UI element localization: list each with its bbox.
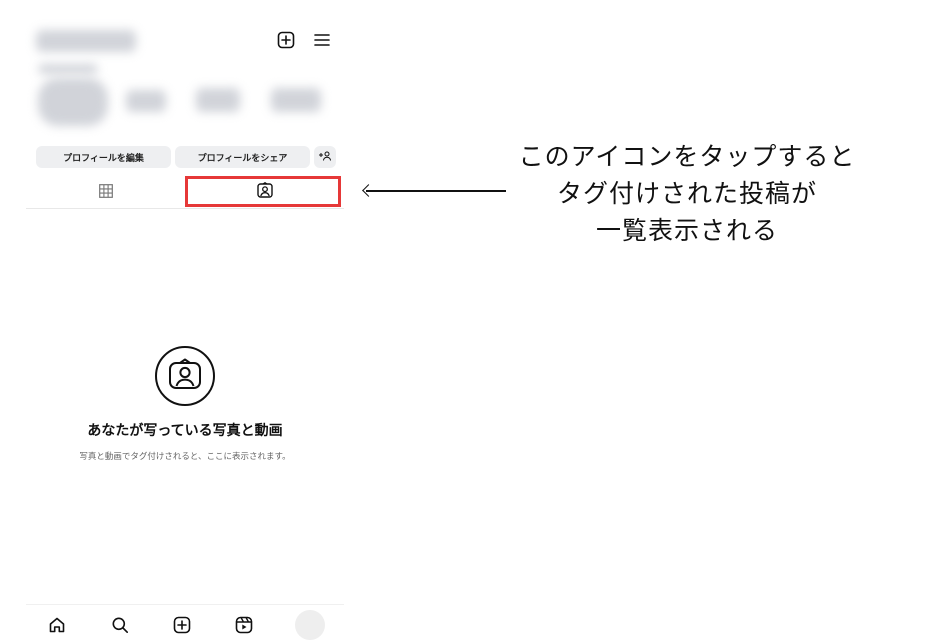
header-actions — [274, 28, 334, 52]
reels-icon[interactable] — [232, 613, 256, 637]
annotation-line-3: 一覧表示される — [595, 216, 778, 245]
profile-name-blurred — [38, 64, 98, 74]
add-person-icon — [319, 151, 331, 164]
avatar-blurred — [38, 78, 108, 126]
username-blurred — [36, 30, 136, 52]
empty-state-subtitle: 写真と動画でタグ付けされると、ここに表示されます。 — [79, 452, 291, 462]
stat-followers-blurred — [196, 88, 240, 112]
empty-state: あなたが写っている写真と動画 写真と動画でタグ付けされると、ここに表示されます。 — [26, 346, 344, 462]
hamburger-menu-icon[interactable] — [310, 28, 334, 52]
search-icon[interactable] — [108, 613, 132, 637]
annotation-text: このアイコンをタップすると タグ付けされた投稿が 一覧表示される — [495, 138, 879, 249]
annotation-line-1: このアイコンをタップすると — [518, 142, 856, 171]
tab-tagged[interactable] — [185, 176, 344, 208]
stat-following-blurred — [271, 88, 321, 112]
tab-grid[interactable] — [26, 176, 185, 208]
profile-avatar[interactable] — [294, 609, 325, 640]
tagged-person-icon — [168, 358, 202, 394]
profile-tabs — [26, 176, 344, 209]
empty-state-title: あなたが写っている写真と動画 — [87, 423, 283, 439]
add-person-button[interactable] — [314, 146, 336, 168]
create-icon[interactable] — [170, 613, 194, 637]
tagged-person-icon — [256, 181, 273, 202]
empty-state-icon-circle — [155, 346, 215, 406]
annotation-line-2: タグ付けされた投稿が — [556, 179, 817, 208]
grid-icon — [98, 183, 113, 202]
profile-actions: プロフィールを編集 プロフィールをシェア — [36, 146, 336, 168]
instagram-profile-screen: プロフィールを編集 プロフィールをシェア あなたが写っている写真と動画 写真と動… — [26, 0, 344, 643]
stat-posts-blurred — [126, 90, 166, 112]
home-icon[interactable] — [45, 613, 69, 637]
plus-square-icon[interactable] — [274, 28, 298, 52]
bottom-navigation — [26, 604, 344, 644]
share-profile-button[interactable]: プロフィールをシェア — [175, 146, 310, 168]
annotation-arrow — [366, 190, 506, 192]
edit-profile-button[interactable]: プロフィールを編集 — [36, 146, 171, 168]
